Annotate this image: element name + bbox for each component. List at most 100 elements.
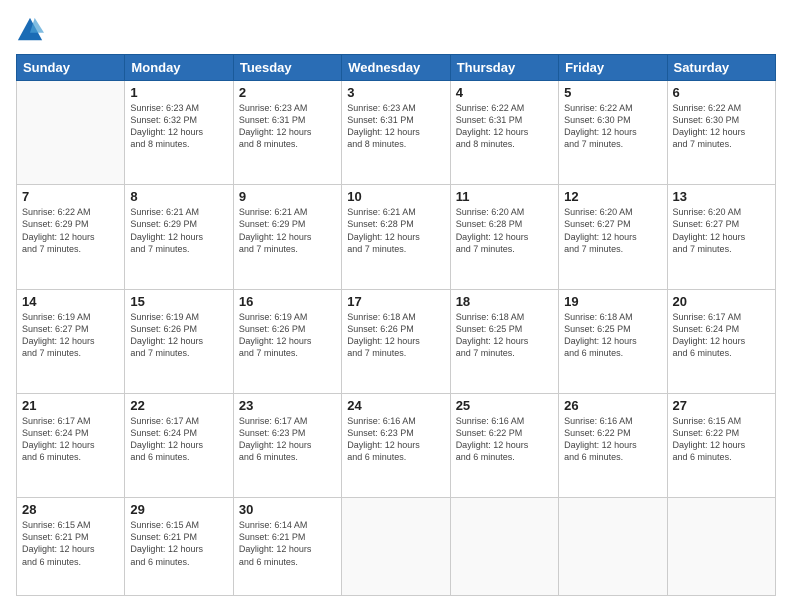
calendar-cell: 4 Sunrise: 6:22 AM Sunset: 6:31 PM Daylig… [450,81,558,185]
day-info: Sunrise: 6:19 AM Sunset: 6:27 PM Dayligh… [22,311,119,360]
calendar-week-row: 7 Sunrise: 6:22 AM Sunset: 6:29 PM Daylig… [17,185,776,289]
day-number: 12 [564,189,661,204]
calendar-cell: 23 Sunrise: 6:17 AM Sunset: 6:23 PM Dayli… [233,393,341,497]
header [16,16,776,44]
day-info: Sunrise: 6:23 AM Sunset: 6:32 PM Dayligh… [130,102,227,151]
day-info: Sunrise: 6:17 AM Sunset: 6:24 PM Dayligh… [673,311,770,360]
day-number: 11 [456,189,553,204]
calendar-cell: 17 Sunrise: 6:18 AM Sunset: 6:26 PM Dayli… [342,289,450,393]
day-number: 20 [673,294,770,309]
day-info: Sunrise: 6:16 AM Sunset: 6:22 PM Dayligh… [456,415,553,464]
day-number: 6 [673,85,770,100]
day-info: Sunrise: 6:22 AM Sunset: 6:31 PM Dayligh… [456,102,553,151]
day-info: Sunrise: 6:17 AM Sunset: 6:23 PM Dayligh… [239,415,336,464]
day-info: Sunrise: 6:15 AM Sunset: 6:21 PM Dayligh… [130,519,227,568]
day-number: 3 [347,85,444,100]
calendar-cell: 20 Sunrise: 6:17 AM Sunset: 6:24 PM Dayli… [667,289,775,393]
day-info: Sunrise: 6:23 AM Sunset: 6:31 PM Dayligh… [239,102,336,151]
calendar-cell: 3Sunrise: 6:23 AM Sunset: 6:31 PM Daylig… [342,81,450,185]
calendar-cell [17,81,125,185]
day-number: 13 [673,189,770,204]
day-info: Sunrise: 6:19 AM Sunset: 6:26 PM Dayligh… [239,311,336,360]
calendar-cell: 25 Sunrise: 6:16 AM Sunset: 6:22 PM Dayli… [450,393,558,497]
calendar-table: SundayMondayTuesdayWednesdayThursdayFrid… [16,54,776,596]
calendar-cell: 1 Sunrise: 6:23 AM Sunset: 6:32 PM Daylig… [125,81,233,185]
day-info: Sunrise: 6:21 AM Sunset: 6:29 PM Dayligh… [130,206,227,255]
calendar-day-header: Saturday [667,55,775,81]
day-number: 27 [673,398,770,413]
day-number: 19 [564,294,661,309]
logo-icon [16,16,44,44]
day-info: Sunrise: 6:17 AM Sunset: 6:24 PM Dayligh… [22,415,119,464]
day-info: Sunrise: 6:14 AM Sunset: 6:21 PM Dayligh… [239,519,336,568]
day-number: 25 [456,398,553,413]
calendar-cell [667,498,775,596]
calendar-cell [342,498,450,596]
calendar-cell [559,498,667,596]
calendar-cell: 12 Sunrise: 6:20 AM Sunset: 6:27 PM Dayli… [559,185,667,289]
day-number: 5 [564,85,661,100]
calendar-cell: 18 Sunrise: 6:18 AM Sunset: 6:25 PM Dayli… [450,289,558,393]
day-info: Sunrise: 6:22 AM Sunset: 6:30 PM Dayligh… [673,102,770,151]
day-number: 4 [456,85,553,100]
calendar-cell: 24 Sunrise: 6:16 AM Sunset: 6:23 PM Dayli… [342,393,450,497]
calendar-day-header: Wednesday [342,55,450,81]
calendar-week-row: 14Sunrise: 6:19 AM Sunset: 6:27 PM Dayli… [17,289,776,393]
day-number: 15 [130,294,227,309]
day-info: Sunrise: 6:20 AM Sunset: 6:27 PM Dayligh… [673,206,770,255]
day-info: Sunrise: 6:22 AM Sunset: 6:30 PM Dayligh… [564,102,661,151]
calendar-header-row: SundayMondayTuesdayWednesdayThursdayFrid… [17,55,776,81]
day-number: 21 [22,398,119,413]
day-info: Sunrise: 6:18 AM Sunset: 6:26 PM Dayligh… [347,311,444,360]
calendar-day-header: Sunday [17,55,125,81]
day-number: 28 [22,502,119,517]
day-number: 7 [22,189,119,204]
calendar-cell: 30 Sunrise: 6:14 AM Sunset: 6:21 PM Dayli… [233,498,341,596]
day-info: Sunrise: 6:18 AM Sunset: 6:25 PM Dayligh… [456,311,553,360]
day-info: Sunrise: 6:16 AM Sunset: 6:23 PM Dayligh… [347,415,444,464]
day-number: 8 [130,189,227,204]
calendar-cell: 10 Sunrise: 6:21 AM Sunset: 6:28 PM Dayli… [342,185,450,289]
page: SundayMondayTuesdayWednesdayThursdayFrid… [0,0,792,612]
day-number: 1 [130,85,227,100]
day-number: 16 [239,294,336,309]
day-info: Sunrise: 6:20 AM Sunset: 6:28 PM Dayligh… [456,206,553,255]
day-number: 9 [239,189,336,204]
day-number: 24 [347,398,444,413]
day-info: Sunrise: 6:17 AM Sunset: 6:24 PM Dayligh… [130,415,227,464]
day-info: Sunrise: 6:21 AM Sunset: 6:29 PM Dayligh… [239,206,336,255]
day-info: Sunrise: 6:22 AM Sunset: 6:29 PM Dayligh… [22,206,119,255]
day-info: Sunrise: 6:20 AM Sunset: 6:27 PM Dayligh… [564,206,661,255]
day-number: 26 [564,398,661,413]
calendar-cell: 8 Sunrise: 6:21 AM Sunset: 6:29 PM Daylig… [125,185,233,289]
calendar-week-row: 21 Sunrise: 6:17 AM Sunset: 6:24 PM Dayli… [17,393,776,497]
day-number: 10 [347,189,444,204]
calendar-cell: 2Sunrise: 6:23 AM Sunset: 6:31 PM Daylig… [233,81,341,185]
day-info: Sunrise: 6:15 AM Sunset: 6:22 PM Dayligh… [673,415,770,464]
day-number: 23 [239,398,336,413]
calendar-day-header: Thursday [450,55,558,81]
calendar-week-row: 28 Sunrise: 6:15 AM Sunset: 6:21 PM Dayli… [17,498,776,596]
day-number: 22 [130,398,227,413]
calendar-cell: 19 Sunrise: 6:18 AM Sunset: 6:25 PM Dayli… [559,289,667,393]
day-info: Sunrise: 6:18 AM Sunset: 6:25 PM Dayligh… [564,311,661,360]
calendar-cell: 16 Sunrise: 6:19 AM Sunset: 6:26 PM Dayli… [233,289,341,393]
calendar-cell: 22 Sunrise: 6:17 AM Sunset: 6:24 PM Dayli… [125,393,233,497]
calendar-day-header: Friday [559,55,667,81]
calendar-cell: 14Sunrise: 6:19 AM Sunset: 6:27 PM Dayli… [17,289,125,393]
calendar-cell [450,498,558,596]
calendar-day-header: Tuesday [233,55,341,81]
calendar-cell: 27 Sunrise: 6:15 AM Sunset: 6:22 PM Dayli… [667,393,775,497]
day-info: Sunrise: 6:21 AM Sunset: 6:28 PM Dayligh… [347,206,444,255]
logo [16,16,48,44]
day-number: 17 [347,294,444,309]
calendar-cell: 15 Sunrise: 6:19 AM Sunset: 6:26 PM Dayli… [125,289,233,393]
day-number: 18 [456,294,553,309]
calendar-day-header: Monday [125,55,233,81]
day-info: Sunrise: 6:19 AM Sunset: 6:26 PM Dayligh… [130,311,227,360]
calendar-cell: 6 Sunrise: 6:22 AM Sunset: 6:30 PM Daylig… [667,81,775,185]
calendar-week-row: 1 Sunrise: 6:23 AM Sunset: 6:32 PM Daylig… [17,81,776,185]
calendar-cell: 21 Sunrise: 6:17 AM Sunset: 6:24 PM Dayli… [17,393,125,497]
day-info: Sunrise: 6:16 AM Sunset: 6:22 PM Dayligh… [564,415,661,464]
day-number: 30 [239,502,336,517]
